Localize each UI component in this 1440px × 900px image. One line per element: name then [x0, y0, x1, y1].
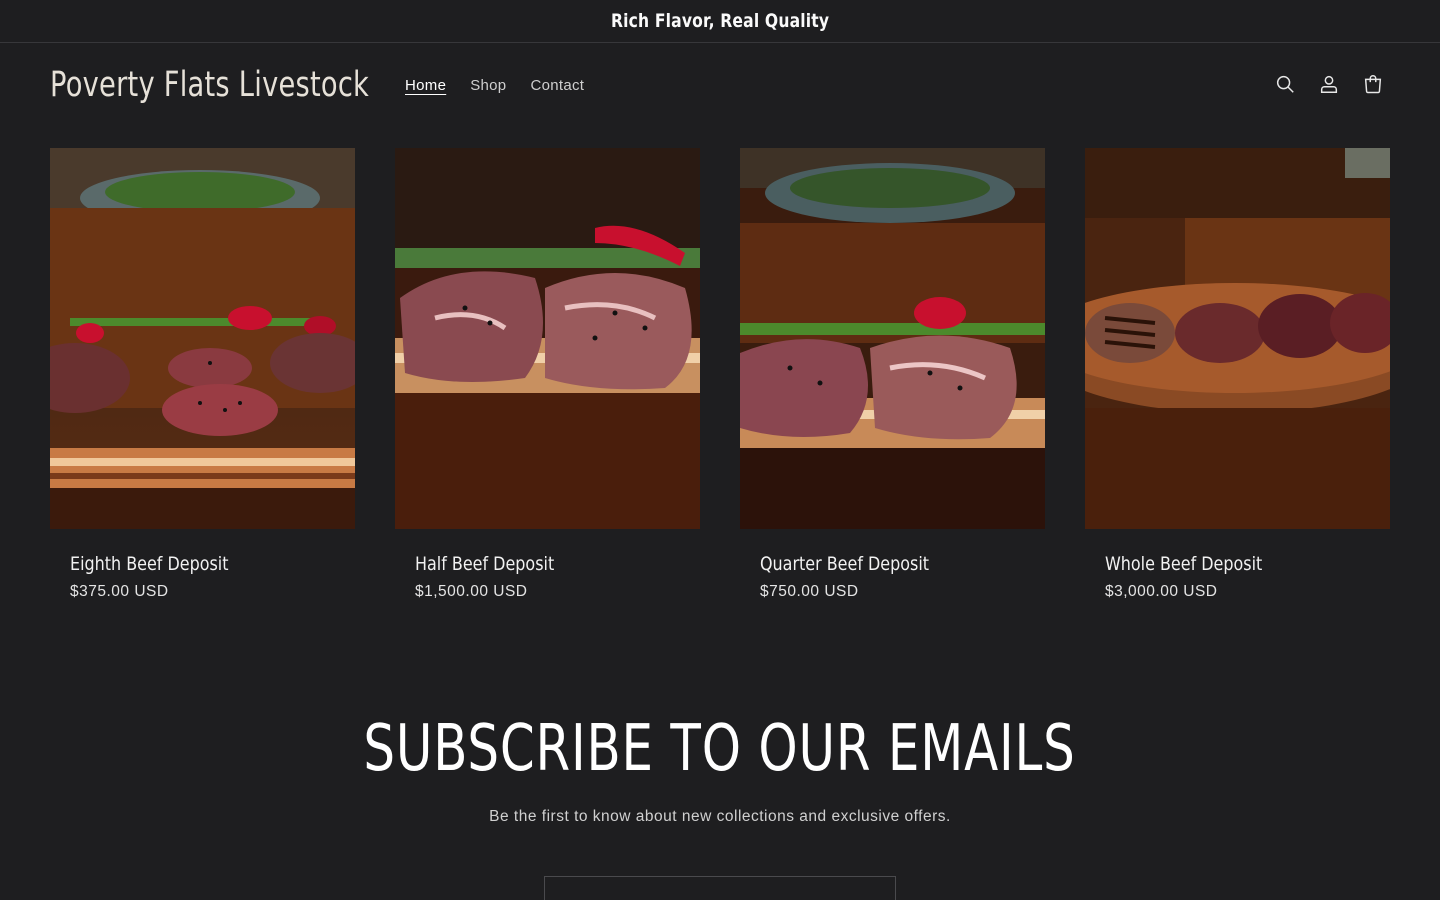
cart-icon[interactable]	[1362, 73, 1384, 95]
product-title[interactable]: Quarter Beef Deposit	[760, 553, 983, 575]
newsletter-heading: SUBSCRIBE TO OUR EMAILS	[363, 712, 1077, 786]
product-price: $750.00 USD	[760, 583, 859, 600]
product-image[interactable]	[50, 148, 355, 529]
product-price: $1,500.00 USD	[415, 583, 528, 600]
product-image[interactable]	[740, 148, 1045, 529]
site-logo[interactable]: Poverty Flats Livestock	[50, 65, 369, 105]
search-icon[interactable]	[1274, 73, 1296, 95]
email-field[interactable]	[544, 876, 896, 900]
account-icon[interactable]	[1318, 73, 1340, 95]
newsletter-text: Be the first to know about new collectio…	[489, 808, 951, 825]
product-card[interactable]: Half Beef Deposit $1,500.00 USD	[395, 148, 700, 601]
product-card[interactable]: Whole Beef Deposit $3,000.00 USD	[1085, 148, 1390, 601]
product-grid: Eighth Beef Deposit $375.00 USD Half Bee…	[50, 148, 1390, 601]
product-card[interactable]: Quarter Beef Deposit $750.00 USD	[740, 148, 1045, 601]
product-card[interactable]: Eighth Beef Deposit $375.00 USD	[50, 148, 355, 601]
product-title[interactable]: Eighth Beef Deposit	[70, 553, 293, 575]
main-nav: Home Shop Contact	[405, 77, 584, 94]
nav-home[interactable]: Home	[405, 77, 446, 94]
header-icons	[1274, 73, 1384, 95]
site-header: Poverty Flats Livestock Home Shop Contac…	[0, 43, 1440, 131]
product-price: $3,000.00 USD	[1105, 583, 1218, 600]
product-price: $375.00 USD	[70, 583, 169, 600]
nav-contact[interactable]: Contact	[530, 77, 584, 94]
announcement-bar: Rich Flavor, Real Quality	[0, 0, 1440, 43]
newsletter-section: SUBSCRIBE TO OUR EMAILS Be the first to …	[0, 712, 1440, 826]
product-image[interactable]	[1085, 148, 1390, 529]
product-title[interactable]: Whole Beef Deposit	[1105, 553, 1328, 575]
announcement-text: Rich Flavor, Real Quality	[610, 10, 830, 32]
product-title[interactable]: Half Beef Deposit	[415, 553, 638, 575]
product-image[interactable]	[395, 148, 700, 529]
nav-shop[interactable]: Shop	[470, 77, 506, 94]
